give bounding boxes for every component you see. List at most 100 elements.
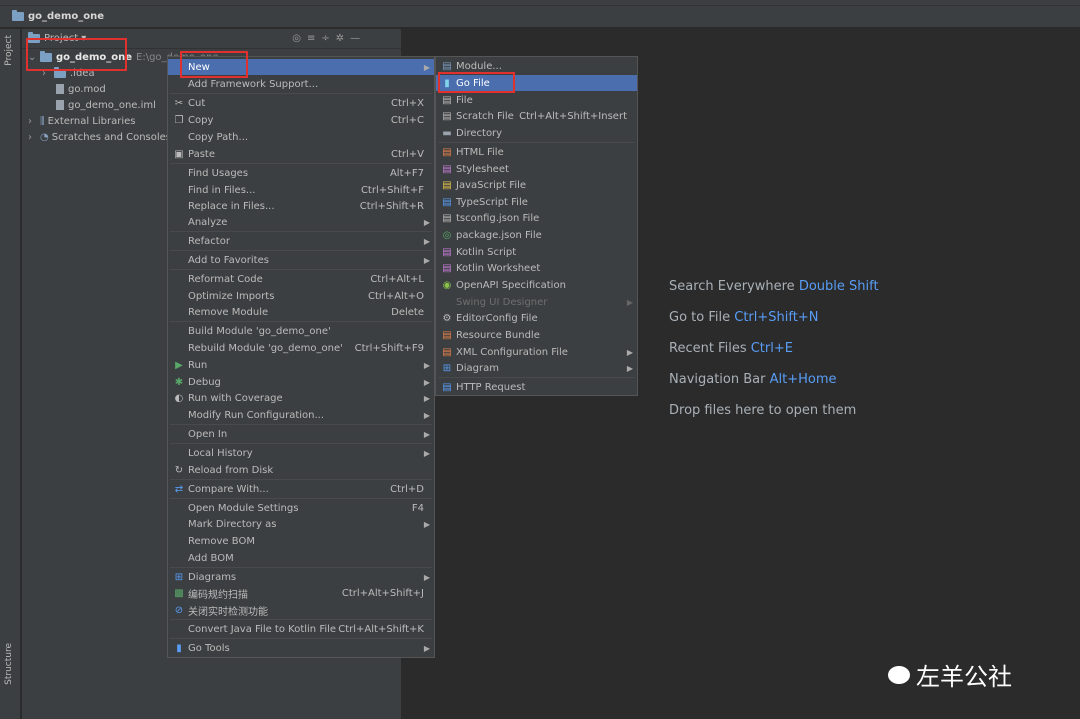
menu-item-run-with-coverage[interactable]: ◐ Run with Coverage ▶ bbox=[168, 390, 434, 406]
submenu-item-html-file[interactable]: ▤ HTML File bbox=[436, 144, 637, 160]
menu-item-cut[interactable]: ✂ Cut Ctrl+X bbox=[168, 95, 434, 111]
collapse-all-icon[interactable]: ÷ bbox=[321, 33, 329, 44]
wechat-icon bbox=[888, 665, 910, 684]
submenu-item-file[interactable]: ▤ File bbox=[436, 92, 637, 108]
menu-item-diagrams[interactable]: ⊞ Diagrams ▶ bbox=[168, 569, 434, 585]
menu-item-disable-realtime-check[interactable]: ⊘ 关闭实时检测功能 bbox=[168, 602, 434, 618]
menu-label: Modify Run Configuration... bbox=[188, 409, 325, 421]
menu-label: 编码规约扫描 bbox=[188, 589, 248, 601]
hint-shortcut: Ctrl+E bbox=[750, 341, 793, 356]
menu-item-go-tools[interactable]: ▮ Go Tools ▶ bbox=[168, 640, 434, 656]
menu-item-remove-module[interactable]: Remove Module Delete bbox=[168, 304, 434, 320]
menu-label: HTML File bbox=[456, 146, 504, 158]
menu-shortcut: Ctrl+Shift+F9 bbox=[354, 342, 424, 354]
submenu-item-xml-config[interactable]: ▤ XML Configuration File ▶ bbox=[436, 344, 637, 360]
submenu-item-diagram[interactable]: ⊞ Diagram ▶ bbox=[436, 360, 637, 376]
submenu-item-http-request[interactable]: ▤ HTTP Request bbox=[436, 379, 637, 395]
submenu-item-kotlin-worksheet[interactable]: ▤ Kotlin Worksheet bbox=[436, 260, 637, 276]
menu-item-analyze[interactable]: Analyze ▶ bbox=[168, 214, 434, 230]
submenu-item-stylesheet[interactable]: ▤ Stylesheet bbox=[436, 161, 637, 177]
submenu-item-openapi[interactable]: ◉ OpenAPI Specification bbox=[436, 277, 637, 293]
submenu-item-kotlin-script[interactable]: ▤ Kotlin Script bbox=[436, 244, 637, 260]
menu-label: Replace in Files... bbox=[188, 200, 275, 212]
expand-all-icon[interactable]: ≡ bbox=[307, 33, 315, 44]
menu-label: Diagrams bbox=[188, 571, 237, 583]
paste-icon: ▣ bbox=[174, 148, 184, 160]
menu-item-debug[interactable]: ✱ Debug ▶ bbox=[168, 374, 434, 390]
tree-node-external-libraries[interactable]: › ⫼ External Libraries bbox=[28, 113, 135, 129]
submenu-item-directory[interactable]: ▬ Directory bbox=[436, 125, 637, 141]
menu-label: HTTP Request bbox=[456, 381, 526, 393]
menu-item-run[interactable]: ▶ Run ▶ bbox=[168, 357, 434, 373]
menu-item-build-module[interactable]: Build Module 'go_demo_one' bbox=[168, 323, 434, 339]
menu-label: Directory bbox=[456, 127, 503, 139]
menu-separator bbox=[170, 567, 432, 568]
menu-item-open-module-settings[interactable]: Open Module Settings F4 bbox=[168, 500, 434, 516]
menu-separator bbox=[170, 163, 432, 164]
menu-item-open-in[interactable]: Open In ▶ bbox=[168, 426, 434, 442]
javascript-file-icon: ▤ bbox=[442, 179, 452, 191]
menu-label: Open Module Settings bbox=[188, 502, 299, 514]
hint-navigation-bar: Navigation Bar Alt+Home bbox=[669, 372, 837, 387]
menu-item-convert-java-to-kotlin[interactable]: Convert Java File to Kotlin File Ctrl+Alt… bbox=[168, 621, 434, 637]
submenu-item-package-json[interactable]: ◎ package.json File bbox=[436, 227, 637, 243]
window-title[interactable]: go_demo_one bbox=[28, 11, 104, 22]
menu-item-compare-with[interactable]: ⇄ Compare With... Ctrl+D bbox=[168, 481, 434, 497]
hint-text: Navigation Bar bbox=[669, 372, 766, 387]
menu-item-mark-directory-as[interactable]: Mark Directory as ▶ bbox=[168, 516, 434, 532]
gear-icon[interactable]: ✲ bbox=[336, 33, 344, 44]
menu-item-rebuild-module[interactable]: Rebuild Module 'go_demo_one' Ctrl+Shift+F… bbox=[168, 340, 434, 356]
locate-icon[interactable]: ◎ bbox=[292, 33, 301, 44]
kotlin-worksheet-icon: ▤ bbox=[442, 262, 452, 274]
typescript-file-icon: ▤ bbox=[442, 196, 452, 208]
menu-item-copy[interactable]: ❐ Copy Ctrl+C bbox=[168, 112, 434, 128]
menu-item-reformat-code[interactable]: Reformat Code Ctrl+Alt+L bbox=[168, 271, 434, 287]
kotlin-script-icon: ▤ bbox=[442, 246, 452, 258]
chevron-right-icon[interactable]: › bbox=[28, 116, 40, 127]
menu-item-optimize-imports[interactable]: Optimize Imports Ctrl+Alt+O bbox=[168, 288, 434, 304]
menu-item-refactor[interactable]: Refactor ▶ bbox=[168, 233, 434, 249]
menu-label: Copy bbox=[188, 114, 214, 126]
menu-item-code-scan[interactable]: ▩ 编码规约扫描 Ctrl+Alt+Shift+J bbox=[168, 585, 434, 601]
menu-item-find-usages[interactable]: Find Usages Alt+F7 bbox=[168, 165, 434, 181]
debug-icon: ✱ bbox=[174, 376, 184, 388]
structure-tool-tab[interactable]: Structure bbox=[4, 643, 14, 685]
menu-label: File bbox=[456, 94, 473, 106]
menu-shortcut: Ctrl+Alt+O bbox=[368, 290, 424, 302]
submenu-item-typescript-file[interactable]: ▤ TypeScript File bbox=[436, 194, 637, 210]
project-tool-tab[interactable]: Project bbox=[4, 35, 14, 66]
compare-icon: ⇄ bbox=[174, 483, 184, 495]
menu-item-paste[interactable]: ▣ Paste Ctrl+V bbox=[168, 146, 434, 162]
submenu-item-javascript-file[interactable]: ▤ JavaScript File bbox=[436, 177, 637, 193]
tree-node-gomod[interactable]: go.mod bbox=[56, 81, 106, 97]
submenu-item-editorconfig[interactable]: ⚙ EditorConfig File bbox=[436, 310, 637, 326]
menu-item-local-history[interactable]: Local History ▶ bbox=[168, 445, 434, 461]
menu-item-remove-bom[interactable]: Remove BOM bbox=[168, 533, 434, 549]
submenu-arrow-icon: ▶ bbox=[423, 62, 430, 72]
menu-label: Optimize Imports bbox=[188, 290, 275, 302]
submenu-item-tsconfig[interactable]: ▤ tsconfig.json File bbox=[436, 210, 637, 226]
menu-label: Diagram bbox=[456, 362, 499, 374]
menu-label: Reload from Disk bbox=[188, 464, 274, 476]
highlight-box bbox=[438, 72, 515, 93]
run-icon: ▶ bbox=[175, 359, 183, 371]
submenu-item-resource-bundle[interactable]: ▤ Resource Bundle bbox=[436, 327, 637, 343]
menu-item-add-to-favorites[interactable]: Add to Favorites ▶ bbox=[168, 252, 434, 268]
menu-item-reload-from-disk[interactable]: ↻ Reload from Disk bbox=[168, 462, 434, 478]
tree-node-scratches[interactable]: › ◔ Scratches and Consoles bbox=[28, 129, 171, 145]
menu-item-modify-run-config[interactable]: Modify Run Configuration... ▶ bbox=[168, 407, 434, 423]
menu-shortcut: Delete bbox=[391, 306, 424, 318]
submenu-item-scratch-file[interactable]: ▤ Scratch File Ctrl+Alt+Shift+Insert bbox=[436, 108, 637, 124]
menu-label: Add BOM bbox=[188, 552, 234, 564]
tree-node-iml[interactable]: go_demo_one.iml bbox=[56, 97, 156, 113]
chevron-right-icon[interactable]: › bbox=[28, 132, 40, 143]
menu-item-find-in-files[interactable]: Find in Files... Ctrl+Shift+F bbox=[168, 182, 434, 198]
menu-label: TypeScript File bbox=[456, 196, 528, 208]
menu-item-copy-path[interactable]: Copy Path... bbox=[168, 129, 434, 145]
submenu-item-swing-ui-designer: Swing UI Designer ▶ bbox=[436, 294, 637, 310]
http-request-icon: ▤ bbox=[442, 381, 452, 393]
menu-item-add-bom[interactable]: Add BOM bbox=[168, 550, 434, 566]
minimize-icon[interactable]: — bbox=[350, 33, 360, 44]
menu-item-add-framework[interactable]: Add Framework Support... bbox=[168, 76, 434, 92]
menu-item-replace-in-files[interactable]: Replace in Files... Ctrl+Shift+R bbox=[168, 198, 434, 214]
